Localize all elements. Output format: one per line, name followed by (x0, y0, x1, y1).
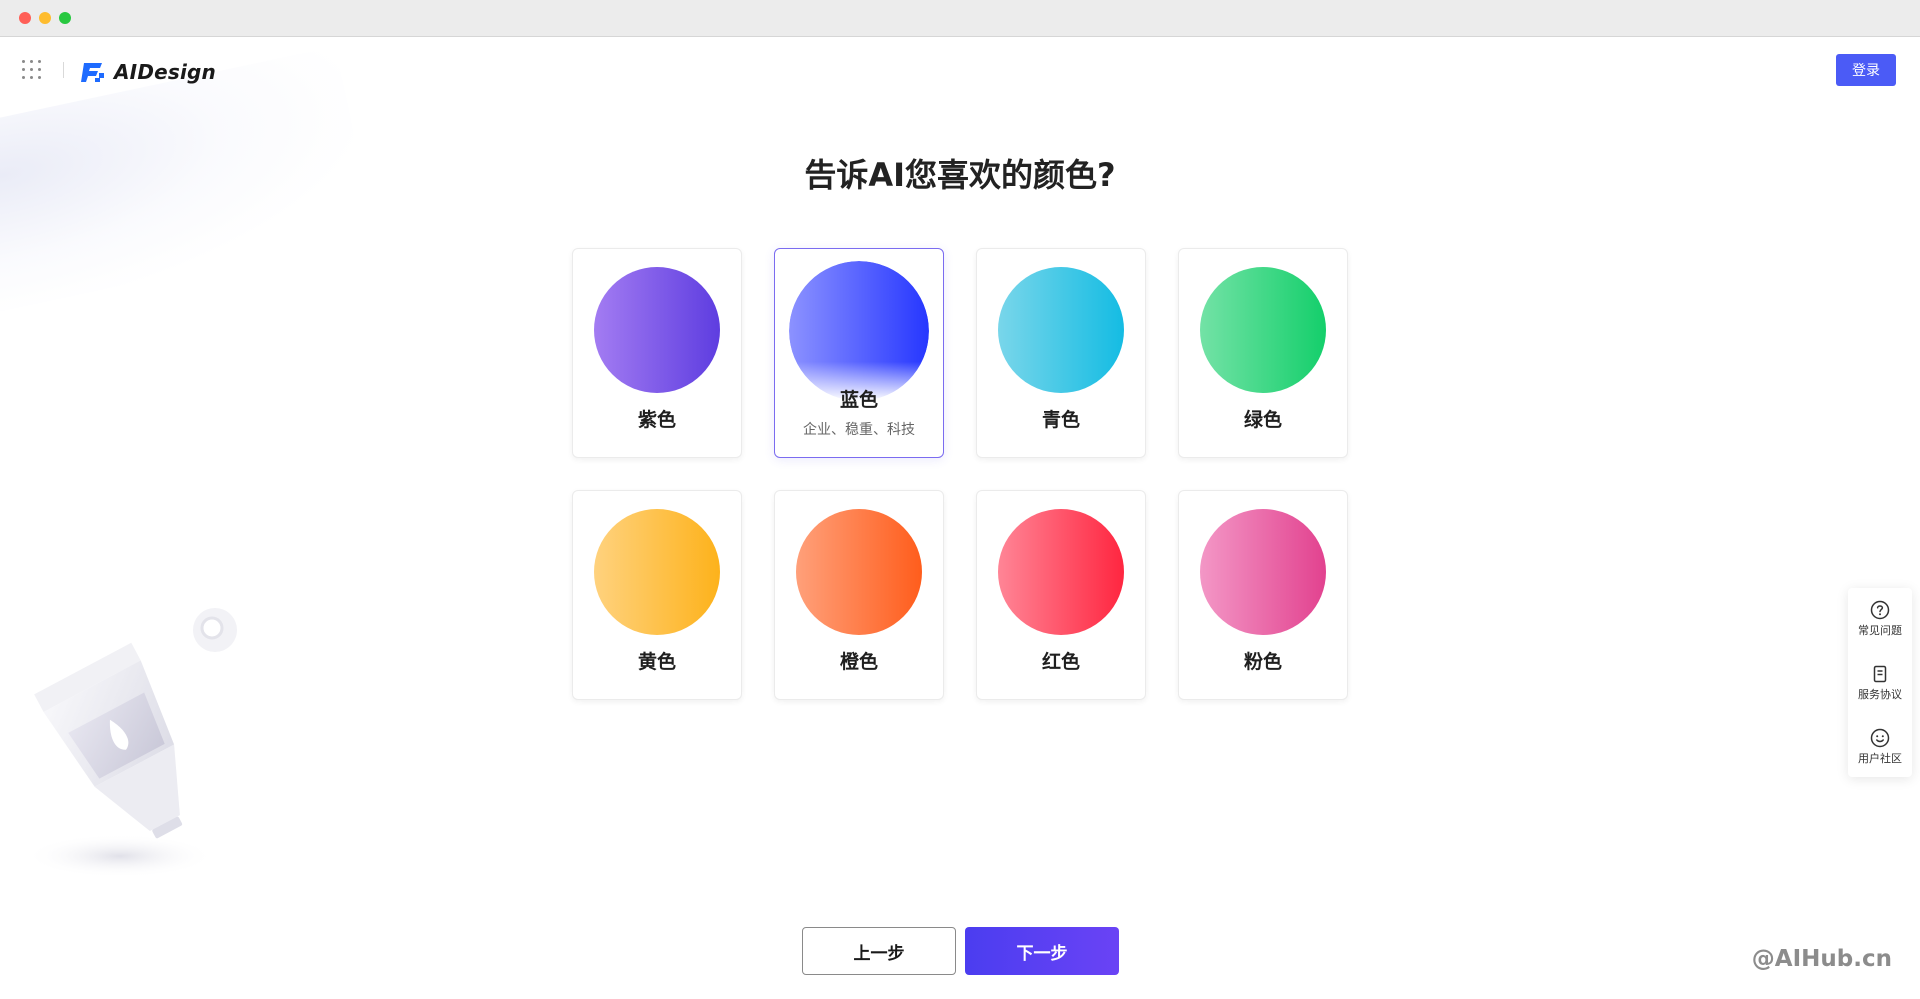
header-divider (63, 62, 64, 78)
aidesign-logo-icon (81, 63, 104, 82)
color-card-yellow[interactable]: 黄色 (572, 490, 742, 700)
faq-link[interactable]: 常见问题 (1848, 592, 1912, 648)
maximize-window-button[interactable] (59, 12, 71, 24)
user-community-label: 用户社区 (1858, 752, 1902, 765)
color-swatch (998, 509, 1124, 635)
color-label: 青色 (1041, 409, 1080, 431)
page-title: 告诉AI您喜欢的颜色? (804, 156, 1116, 194)
color-label: 黄色 (637, 651, 676, 673)
previous-step-button[interactable]: 上一步 (802, 927, 956, 975)
color-card-purple[interactable]: 紫色 (572, 248, 742, 458)
color-options-grid: 紫色 蓝色 企业、稳重、科技 青色 绿色 黄色 橙色 红色 粉色 (572, 248, 1348, 700)
top-header: AIDesign 登录 (0, 38, 1920, 104)
app-grid-icon[interactable] (22, 60, 42, 80)
document-icon (1873, 665, 1887, 683)
color-card-green[interactable]: 绿色 (1178, 248, 1348, 458)
color-card-orange[interactable]: 橙色 (774, 490, 944, 700)
color-description: 企业、稳重、科技 (803, 422, 915, 438)
smile-icon (1870, 728, 1890, 748)
brand-name: AIDesign (114, 60, 217, 84)
color-label: 紫色 (637, 409, 676, 431)
question-circle-icon (1870, 600, 1890, 620)
window-titlebar (0, 0, 1920, 37)
color-swatch (594, 509, 720, 635)
brand-logo[interactable]: AIDesign (80, 58, 216, 86)
next-step-button[interactable]: 下一步 (965, 927, 1119, 975)
color-swatch (1200, 509, 1326, 635)
help-side-panel: 常见问题 服务协议 用户社区 (1848, 588, 1912, 777)
user-community-link[interactable]: 用户社区 (1848, 720, 1912, 776)
color-card-blue[interactable]: 蓝色 企业、稳重、科技 (774, 248, 944, 458)
service-agreement-label: 服务协议 (1858, 688, 1902, 701)
color-label: 红色 (1041, 651, 1080, 673)
color-label: 橙色 (839, 651, 878, 673)
minimize-window-button[interactable] (39, 12, 51, 24)
pen-tip-illustration (25, 608, 237, 878)
service-agreement-link[interactable]: 服务协议 (1848, 656, 1912, 712)
color-label: 绿色 (1243, 409, 1282, 431)
watermark-text: @AIHub.cn (1751, 946, 1892, 972)
color-swatch (1200, 267, 1326, 393)
color-swatch (998, 267, 1124, 393)
color-card-pink[interactable]: 粉色 (1178, 490, 1348, 700)
color-swatch (789, 261, 929, 401)
color-label: 粉色 (1243, 651, 1282, 673)
color-swatch (594, 267, 720, 393)
color-card-cyan[interactable]: 青色 (976, 248, 1146, 458)
color-label: 蓝色 (839, 389, 878, 411)
color-swatch (796, 509, 922, 635)
login-button[interactable]: 登录 (1836, 54, 1896, 86)
faq-label: 常见问题 (1858, 624, 1902, 637)
color-card-red[interactable]: 红色 (976, 490, 1146, 700)
close-window-button[interactable] (19, 12, 31, 24)
